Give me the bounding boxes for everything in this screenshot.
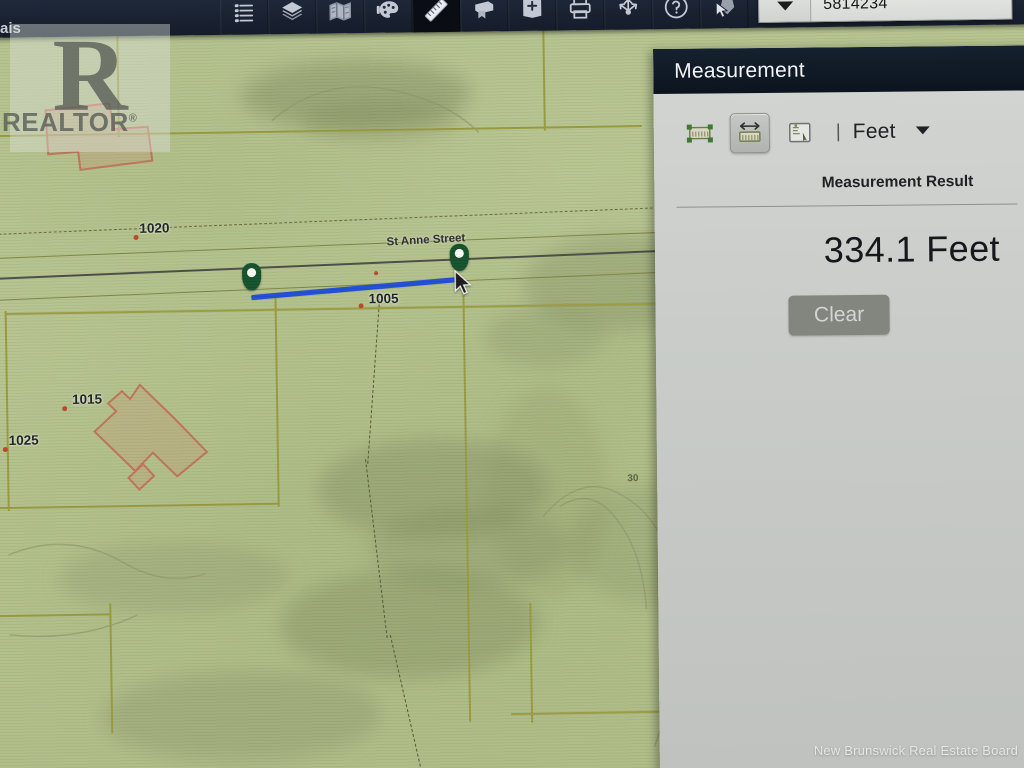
panel-body: | Feet Measurement Result 334.1 Feet Cle…: [653, 90, 1024, 337]
page-title: Measurement: [674, 58, 805, 83]
measurement-end-pin[interactable]: [449, 243, 470, 272]
legend-icon[interactable]: [219, 0, 269, 35]
area-measure-icon[interactable]: [680, 113, 720, 153]
parcel-label: 1015: [71, 391, 103, 407]
add-data-icon[interactable]: [507, 0, 557, 32]
chevron-down-icon[interactable]: [759, 0, 812, 22]
address-point: [374, 271, 379, 276]
parcel-label: 1025: [8, 432, 39, 448]
parcel-label: 1020: [139, 220, 170, 236]
measurement-panel[interactable]: Measurement | Feet Measurement Result 33…: [653, 45, 1024, 768]
address-point: [358, 303, 364, 309]
print-icon[interactable]: [555, 0, 605, 31]
ruler-icon[interactable]: [411, 0, 461, 33]
location-measure-icon[interactable]: [780, 112, 820, 152]
board-watermark: New Brunswick Real Estate Board: [813, 743, 1018, 758]
search-widget[interactable]: 5814234: [758, 0, 1013, 23]
help-icon[interactable]: [651, 0, 701, 30]
search-input[interactable]: 5814234: [811, 0, 1012, 21]
contour-label: 30: [627, 473, 639, 485]
address-point: [62, 406, 68, 412]
address-point: [133, 234, 139, 240]
measurement-result-label: Measurement Result: [821, 172, 974, 192]
measurement-tool-group[interactable]: | Feet: [675, 91, 1017, 154]
address-point: [2, 446, 8, 453]
panel-title-bar: Measurement: [653, 45, 1024, 94]
unit-select-label[interactable]: Feet: [853, 120, 896, 144]
clear-button-row: Clear: [677, 294, 1018, 337]
application-screenshot: 1020 1005 1015 1025 St Anne Street 30 58…: [0, 0, 1024, 768]
clear-button[interactable]: Clear: [788, 294, 890, 336]
select-tool-icon[interactable]: [699, 0, 749, 29]
share-icon[interactable]: [603, 0, 653, 30]
bookmark-icon[interactable]: [459, 0, 509, 32]
measurement-start-pin[interactable]: [241, 262, 262, 291]
palette-icon[interactable]: [363, 0, 413, 34]
parcel-label: 1005: [368, 290, 399, 307]
divider: [676, 203, 1018, 208]
measurement-result-value: 334.1 Feet: [823, 227, 1001, 271]
chevron-down-icon[interactable]: [914, 122, 930, 140]
distance-measure-icon[interactable]: [729, 112, 771, 154]
building-footprint: [39, 99, 160, 186]
basemap-icon[interactable]: [315, 0, 365, 34]
layers-icon[interactable]: [267, 0, 317, 35]
language-link-fragment[interactable]: ais: [0, 20, 21, 37]
toolbar-separator: |: [835, 121, 841, 143]
